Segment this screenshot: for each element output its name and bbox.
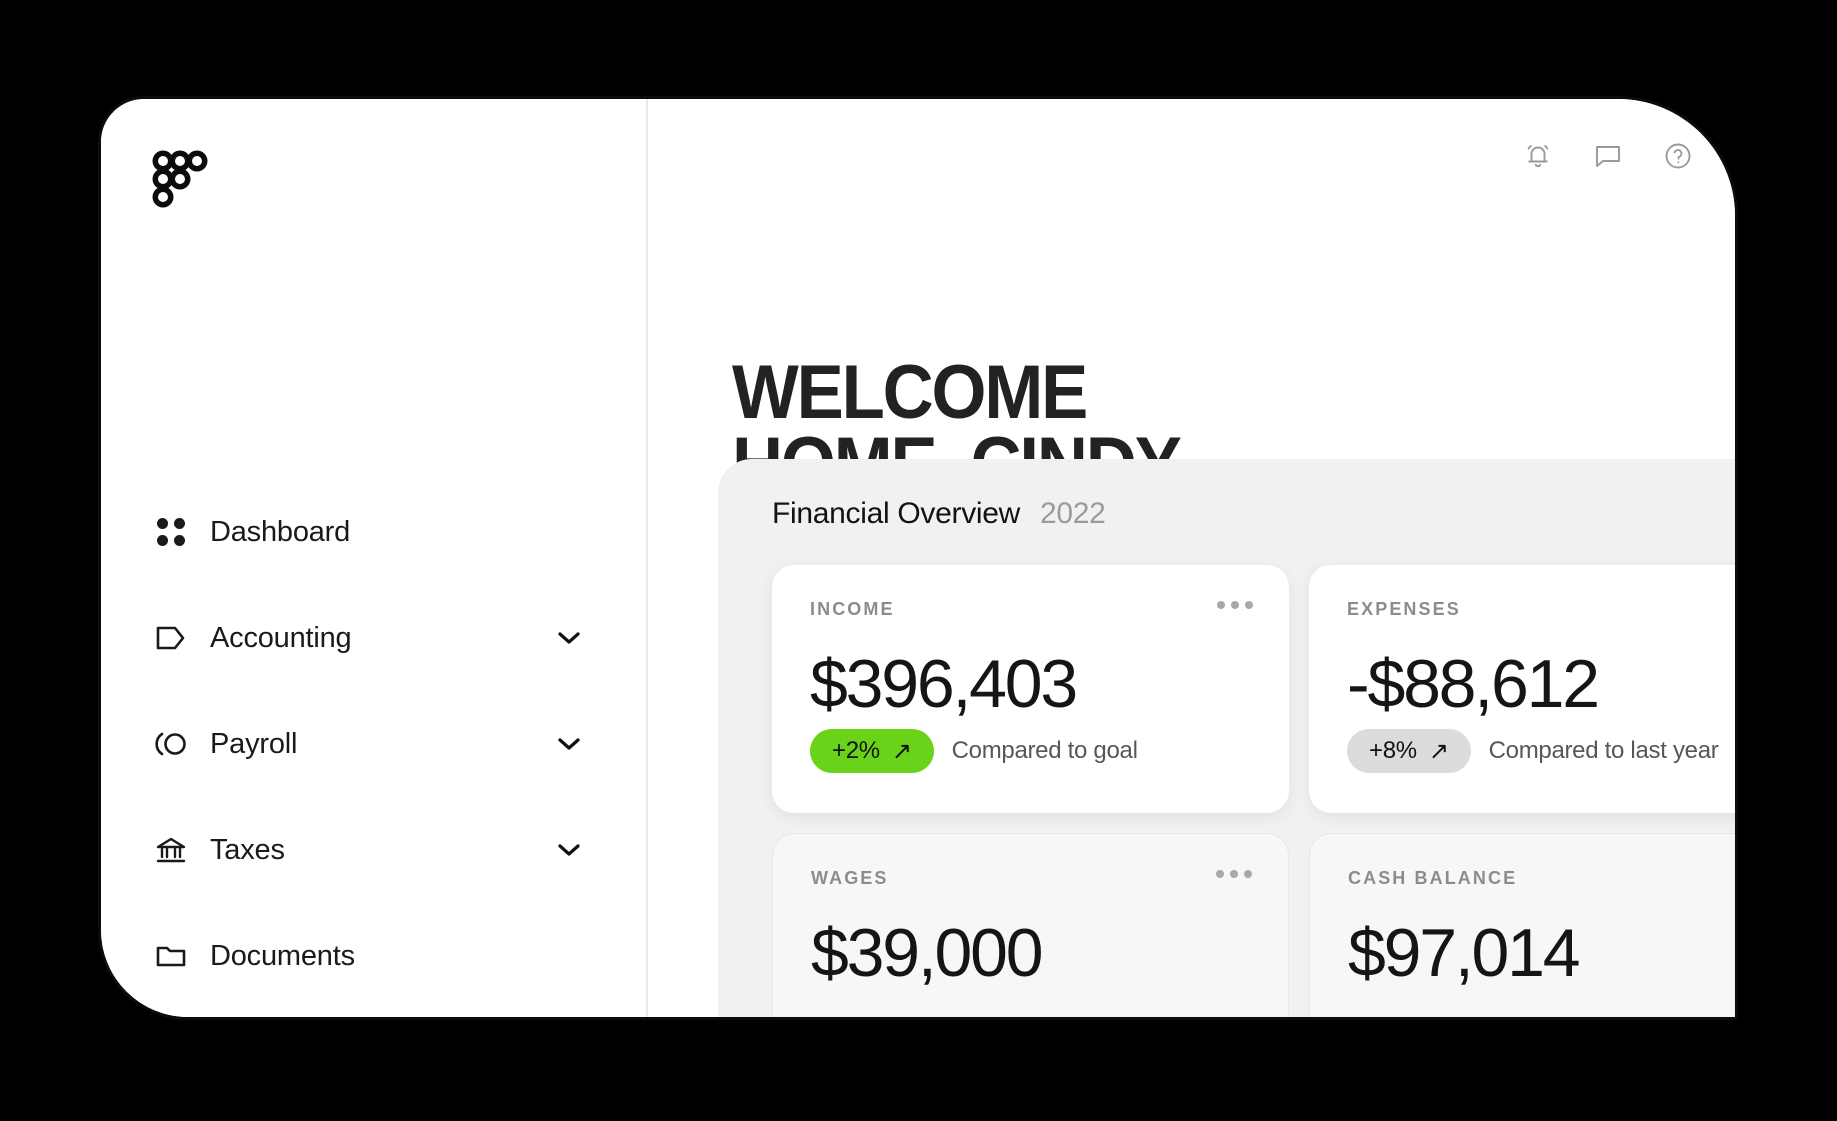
chevron-down-icon[interactable]	[558, 843, 580, 857]
sidebar-item-accounting[interactable]: Accounting	[101, 615, 646, 661]
sidebar-item-payroll[interactable]: Payroll	[101, 721, 646, 767]
help-question-icon[interactable]	[1661, 139, 1695, 173]
app-window: Dashboard Accounting Payroll Taxes Docum…	[98, 96, 1738, 1020]
overview-header: Financial Overview 2022	[772, 497, 1735, 531]
topbar-actions	[1521, 139, 1695, 173]
delta-caption: Compared to last year	[1488, 737, 1719, 764]
more-horizontal-icon[interactable]	[1216, 870, 1252, 878]
stat-card-footer: +8% ↗ Compared to last year	[1347, 729, 1719, 773]
sidebar-item-documents[interactable]: Documents	[101, 933, 646, 979]
stat-card-footer: +2% ↗ Compared to goal	[810, 729, 1138, 773]
stat-card-label: CASH BALANCE	[1348, 868, 1518, 888]
sidebar: Dashboard Accounting Payroll Taxes Docum…	[101, 99, 648, 1017]
more-horizontal-icon[interactable]	[1217, 601, 1253, 609]
payroll-circle-icon	[154, 727, 188, 761]
stat-card-label: WAGES	[811, 868, 889, 888]
sidebar-item-label: Documents	[210, 939, 355, 972]
folder-icon	[154, 939, 188, 973]
stat-card-label: EXPENSES	[1347, 599, 1461, 619]
bank-icon	[154, 833, 188, 867]
stat-card-label: INCOME	[810, 599, 895, 619]
stat-card-cash-balance[interactable]: CASH BALANCE $97,014	[1309, 833, 1735, 1017]
messages-chat-icon[interactable]	[1591, 139, 1625, 173]
financial-overview-panel: Financial Overview 2022 INCOME $396,403 …	[718, 459, 1735, 1017]
six-circles-logo[interactable]	[152, 150, 208, 208]
sidebar-item-taxes[interactable]: Taxes	[101, 827, 646, 873]
overview-year[interactable]: 2022	[1040, 497, 1106, 531]
delta-value: +8%	[1369, 737, 1417, 764]
chevron-down-icon[interactable]	[558, 631, 580, 645]
status-badge: +8% ↗	[1347, 729, 1471, 773]
stat-card-wages[interactable]: WAGES $39,000	[772, 833, 1289, 1017]
sidebar-item-label: Accounting	[210, 621, 352, 654]
stat-card-value: $39,000	[811, 915, 1044, 991]
sidebar-item-label: Dashboard	[210, 515, 351, 548]
tag-icon	[154, 621, 188, 655]
notifications-bell-icon[interactable]	[1521, 139, 1555, 173]
arrow-up-right-icon: ↗	[1428, 737, 1449, 765]
stat-card-value: $396,403	[810, 646, 1078, 722]
stat-cards-grid: INCOME $396,403 +2% ↗ Compared to goal E…	[772, 565, 1735, 1017]
sidebar-nav: Dashboard Accounting Payroll Taxes Docum…	[101, 509, 646, 1017]
delta-caption: Compared to goal	[951, 737, 1138, 764]
stat-card-income[interactable]: INCOME $396,403 +2% ↗ Compared to goal	[772, 565, 1289, 813]
dots-grid-icon	[154, 515, 188, 549]
sidebar-item-dashboard[interactable]: Dashboard	[101, 509, 646, 555]
stat-card-value: $97,014	[1348, 915, 1581, 991]
delta-value: +2%	[832, 737, 880, 764]
sidebar-item-label: Payroll	[210, 727, 298, 760]
sidebar-item-label: Taxes	[210, 833, 285, 866]
chevron-down-icon[interactable]	[558, 737, 580, 751]
main-content: WELCOME HOME, CINDY Financial Overview 2…	[650, 99, 1735, 1017]
stat-card-expenses[interactable]: EXPENSES -$88,612 +8% ↗ Compared to last…	[1309, 565, 1735, 813]
arrow-up-right-icon: ↗	[891, 737, 912, 765]
stat-card-value: -$88,612	[1347, 646, 1600, 722]
overview-title: Financial Overview	[772, 497, 1021, 530]
status-badge: +2% ↗	[810, 729, 934, 773]
